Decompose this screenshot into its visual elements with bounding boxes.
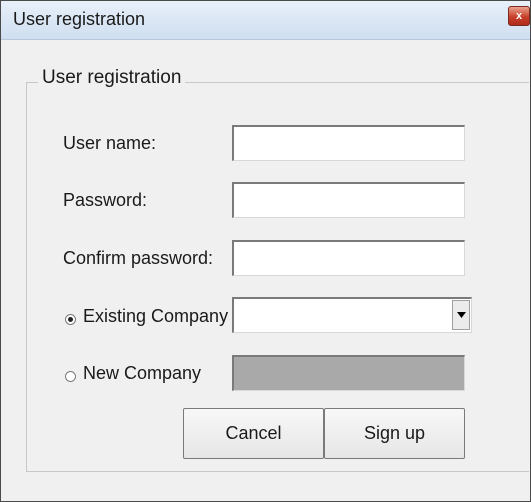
new-company-input (232, 355, 465, 391)
username-input[interactable] (232, 125, 465, 161)
cancel-button[interactable]: Cancel (183, 408, 324, 459)
existing-company-label[interactable]: Existing Company (83, 306, 228, 327)
existing-company-select[interactable] (232, 297, 472, 333)
title-bar: User registration x (1, 1, 530, 40)
window-title: User registration (13, 9, 146, 29)
dropdown-button[interactable] (452, 300, 470, 330)
password-input[interactable] (232, 182, 465, 218)
username-label: User name: (63, 133, 157, 153)
chevron-down-icon (456, 312, 466, 318)
groupbox-legend: User registration (38, 67, 186, 89)
close-icon: x (515, 10, 523, 22)
password-label: Password: (63, 190, 148, 210)
close-button[interactable]: x (508, 6, 530, 26)
registration-window: User registration x User registration Us… (0, 0, 531, 502)
confirm-password-input[interactable] (232, 240, 465, 276)
new-company-label[interactable]: New Company (83, 363, 201, 384)
confirm-password-label: Confirm password: (63, 248, 214, 268)
sign-up-button[interactable]: Sign up (324, 408, 465, 459)
existing-company-radio[interactable] (65, 314, 76, 325)
new-company-radio[interactable] (65, 371, 76, 382)
